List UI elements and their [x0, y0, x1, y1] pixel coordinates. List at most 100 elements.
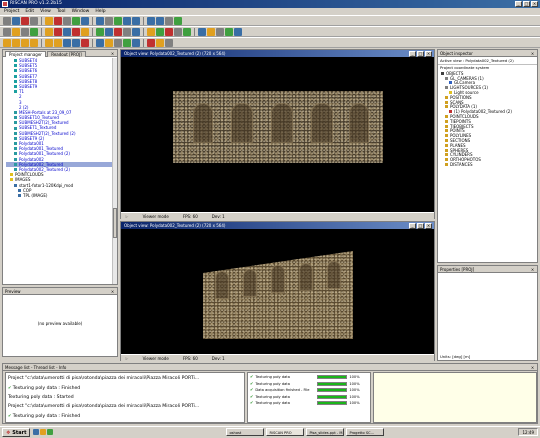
- toolbar-button[interactable]: [156, 27, 164, 36]
- toolbar-button[interactable]: [63, 38, 71, 47]
- toolbar-button[interactable]: [123, 16, 131, 25]
- toolbar-button[interactable]: [198, 27, 206, 36]
- menu-tool[interactable]: Tool: [57, 8, 66, 15]
- menu-help[interactable]: Help: [95, 8, 105, 15]
- toolbar-button[interactable]: [156, 38, 164, 47]
- close-icon[interactable]: ×: [530, 365, 535, 370]
- toolbar-button[interactable]: [147, 16, 155, 25]
- toolbar-button[interactable]: [54, 27, 62, 36]
- toolbar-button[interactable]: [81, 16, 89, 25]
- toolbar-button[interactable]: [72, 27, 80, 36]
- tree-item[interactable]: TPL (IMAGE): [6, 193, 114, 198]
- close-icon[interactable]: ×: [110, 51, 115, 56]
- toolbar-button[interactable]: [30, 38, 38, 47]
- toolbar-button[interactable]: [12, 27, 20, 36]
- menu-edit[interactable]: Edit: [25, 8, 34, 15]
- folder-icon: [445, 129, 448, 133]
- toolbar-button[interactable]: [234, 27, 242, 36]
- toolbar-button[interactable]: [207, 27, 215, 36]
- message-text: Project "c:\data\umerotti di pisa\rotond…: [8, 376, 200, 381]
- toolbar-button[interactable]: [45, 16, 53, 25]
- toolbar-button[interactable]: [165, 27, 173, 36]
- object-view-bottom[interactable]: Object view: Polydata002_Textured (2) (7…: [120, 221, 435, 361]
- toolbar-button[interactable]: [81, 27, 89, 36]
- toolbar-button[interactable]: [54, 38, 62, 47]
- taskbar-task[interactable]: oshost: [226, 428, 265, 436]
- maximize-button[interactable]: □: [523, 1, 530, 7]
- menu-window[interactable]: Window: [72, 8, 90, 15]
- toolbar-button[interactable]: [3, 27, 11, 36]
- menu-project[interactable]: Project: [4, 8, 19, 15]
- toolbar-button[interactable]: [183, 27, 191, 36]
- toolbar-button[interactable]: [105, 16, 113, 25]
- viewer-mode-icon[interactable]: ☞: [125, 355, 129, 361]
- toolbar-button[interactable]: [174, 16, 182, 25]
- toolbar-button[interactable]: [123, 38, 131, 47]
- progress-fill: [318, 395, 347, 398]
- toolbar-button[interactable]: [3, 16, 11, 25]
- toolbar-button[interactable]: [63, 16, 71, 25]
- toolbar-button[interactable]: [156, 16, 164, 25]
- toolbar-button[interactable]: [105, 38, 113, 47]
- toolbar-button[interactable]: [123, 27, 131, 36]
- toolbar-button[interactable]: [81, 38, 89, 47]
- taskbar-task[interactable]: Progetto SC...: [346, 428, 385, 436]
- close-icon[interactable]: ×: [110, 289, 115, 294]
- toolbar-button[interactable]: [165, 38, 173, 47]
- toolbar-button[interactable]: [30, 16, 38, 25]
- toolbar-button[interactable]: [96, 16, 104, 25]
- toolbar-button[interactable]: [96, 38, 104, 47]
- toolbar-button[interactable]: [114, 38, 122, 47]
- folder-icon: [445, 86, 448, 90]
- point-cloud-render[interactable]: [121, 57, 434, 212]
- app-icon: [2, 1, 8, 7]
- toolbar-button[interactable]: [216, 27, 224, 36]
- inspector-item[interactable]: DISTANCES: [441, 162, 534, 167]
- toolbar-button[interactable]: [147, 27, 155, 36]
- toolbar-button[interactable]: [12, 16, 20, 25]
- toolbar-button[interactable]: [105, 27, 113, 36]
- viewer-mode-icon[interactable]: ☞: [125, 213, 129, 219]
- close-icon[interactable]: ×: [530, 51, 535, 56]
- scrollbar[interactable]: [112, 58, 117, 284]
- quick-launch-icon[interactable]: [33, 429, 40, 435]
- toolbar-button[interactable]: [114, 27, 122, 36]
- minimize-button[interactable]: _: [515, 1, 522, 7]
- toolbar-button[interactable]: [63, 27, 71, 36]
- toolbar-button[interactable]: [114, 16, 122, 25]
- menu-view[interactable]: View: [40, 8, 51, 15]
- taskbar-task[interactable]: Pisa_slides.ppt - M...: [306, 428, 345, 436]
- toolbar-button[interactable]: [54, 16, 62, 25]
- point-cloud-render[interactable]: [121, 229, 434, 354]
- toolbar-button[interactable]: [12, 38, 20, 47]
- toolbar-button[interactable]: [147, 38, 155, 47]
- close-button[interactable]: ×: [531, 1, 538, 7]
- toolbar-button[interactable]: [3, 38, 11, 47]
- toolbar-button[interactable]: [45, 27, 53, 36]
- taskbar-task[interactable]: RiSCAN PRO: [266, 428, 305, 436]
- scrollbar-thumb[interactable]: [113, 208, 117, 238]
- toolbar-button[interactable]: [72, 16, 80, 25]
- close-icon[interactable]: ×: [530, 267, 535, 272]
- mesh-icon: [14, 168, 17, 172]
- folder-icon: [445, 148, 448, 152]
- toolbar-button[interactable]: [132, 27, 140, 36]
- quick-launch-icon[interactable]: [47, 429, 54, 435]
- folder-icon: [445, 105, 448, 109]
- start-button[interactable]: ❖ Start: [2, 427, 31, 437]
- toolbar-button[interactable]: [132, 38, 140, 47]
- toolbar-button[interactable]: [72, 38, 80, 47]
- toolbar-button[interactable]: [21, 16, 29, 25]
- toolbar-button[interactable]: [21, 27, 29, 36]
- toolbar-button[interactable]: [30, 27, 38, 36]
- toolbar-button[interactable]: [132, 16, 140, 25]
- toolbar-button[interactable]: [165, 16, 173, 25]
- toolbar-button[interactable]: [96, 27, 104, 36]
- preview-panel: Preview × (no preview available): [2, 287, 118, 357]
- toolbar-button[interactable]: [174, 27, 182, 36]
- toolbar-button[interactable]: [225, 27, 233, 36]
- quick-launch-icon[interactable]: [40, 429, 47, 435]
- toolbar-button[interactable]: [45, 38, 53, 47]
- toolbar-button[interactable]: [21, 38, 29, 47]
- object-view-top[interactable]: Object view: Polydata002_Textured (2) (7…: [120, 49, 435, 219]
